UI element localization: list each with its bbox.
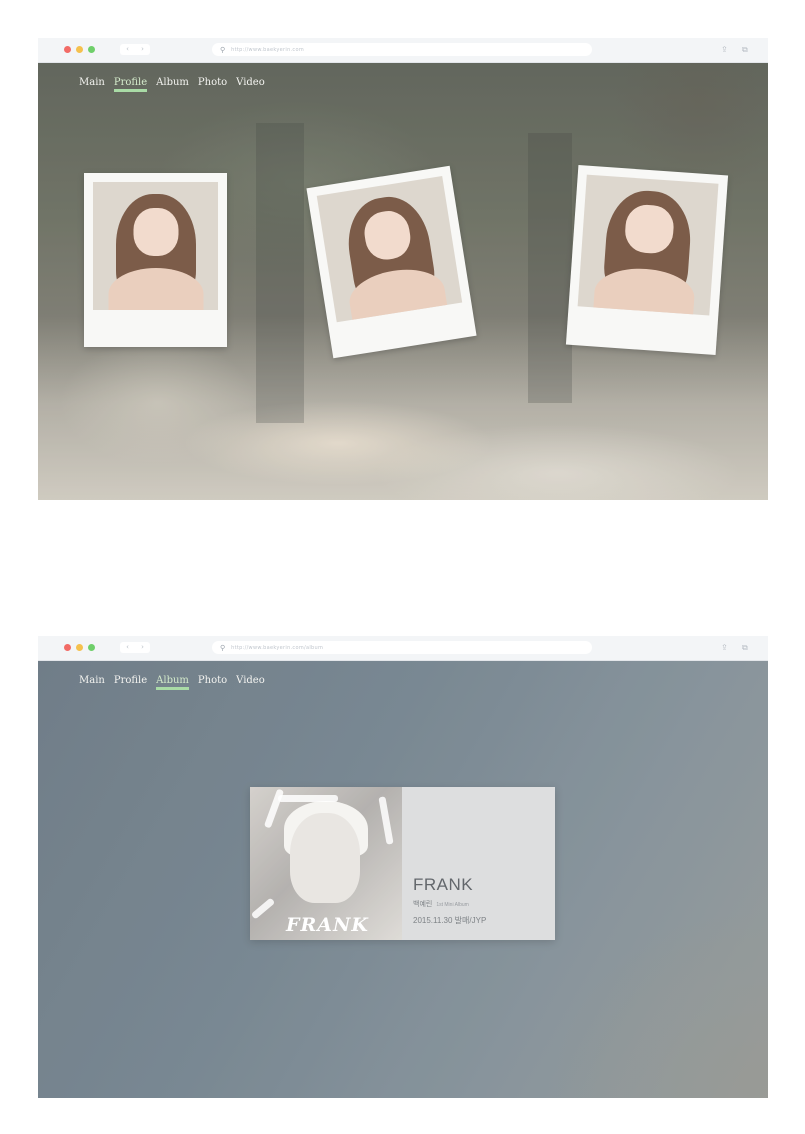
album-title: FRANK bbox=[413, 875, 474, 894]
main-nav: Main Profile Album Photo Video bbox=[79, 77, 274, 92]
browser-window-profile: ‹ › ⚲ http://www.baekyerin.com ⇪ ⧉ Main … bbox=[38, 38, 768, 500]
minimize-window-button[interactable] bbox=[76, 46, 83, 53]
profile-page: Main Profile Album Photo Video bbox=[38, 63, 768, 500]
close-window-button[interactable] bbox=[64, 644, 71, 651]
album-cover-lettering: FRANK bbox=[286, 914, 369, 936]
main-nav: Main Profile Album Photo Video bbox=[79, 675, 274, 690]
forward-button[interactable]: › bbox=[141, 644, 144, 651]
polaroid-photo[interactable] bbox=[565, 164, 729, 356]
polaroid-photo[interactable] bbox=[306, 165, 477, 359]
close-window-button[interactable] bbox=[64, 46, 71, 53]
share-icon[interactable]: ⇪ bbox=[721, 642, 728, 653]
tree-trunk bbox=[528, 133, 572, 403]
browser-window-album: ‹ › ⚲ http://www.baekyerin.com/album ⇪ ⧉… bbox=[38, 636, 768, 1098]
nav-video[interactable]: Video bbox=[236, 77, 265, 92]
tabs-icon[interactable]: ⧉ bbox=[742, 642, 748, 653]
address-bar[interactable]: ⚲ http://www.baekyerin.com bbox=[212, 43, 592, 56]
share-icon[interactable]: ⇪ bbox=[721, 44, 728, 55]
address-bar[interactable]: ⚲ http://www.baekyerin.com/album bbox=[212, 641, 592, 654]
history-buttons: ‹ › bbox=[120, 44, 150, 55]
address-url[interactable]: http://www.baekyerin.com/album bbox=[231, 645, 323, 651]
forward-button[interactable]: › bbox=[141, 46, 144, 53]
nav-main[interactable]: Main bbox=[79, 77, 105, 92]
nav-photo[interactable]: Photo bbox=[198, 77, 227, 92]
back-button[interactable]: ‹ bbox=[126, 46, 129, 53]
portrait-image bbox=[577, 174, 719, 316]
artist-name: 백예린 bbox=[413, 901, 433, 908]
album-cover[interactable]: FRANK bbox=[250, 787, 402, 940]
nav-album[interactable]: Album bbox=[156, 77, 189, 92]
minimize-window-button[interactable] bbox=[76, 644, 83, 651]
album-artist: 백예린 1st Mini Album bbox=[413, 899, 469, 909]
maximize-window-button[interactable] bbox=[88, 644, 95, 651]
polaroid-photo[interactable] bbox=[84, 173, 227, 347]
history-buttons: ‹ › bbox=[120, 642, 150, 653]
tabs-icon[interactable]: ⧉ bbox=[742, 44, 748, 55]
portrait-image bbox=[93, 182, 218, 310]
nav-album[interactable]: Album bbox=[156, 675, 189, 690]
nav-photo[interactable]: Photo bbox=[198, 675, 227, 690]
search-icon: ⚲ bbox=[220, 643, 226, 652]
nav-main[interactable]: Main bbox=[79, 675, 105, 690]
search-icon: ⚲ bbox=[220, 45, 226, 54]
album-type: 1st Mini Album bbox=[436, 902, 469, 908]
portrait-image bbox=[316, 176, 463, 323]
album-page: Main Profile Album Photo Video FRANK FRA… bbox=[38, 661, 768, 1098]
maximize-window-button[interactable] bbox=[88, 46, 95, 53]
album-card[interactable]: FRANK FRANK 백예린 1st Mini Album 2015.11.30… bbox=[250, 787, 555, 940]
nav-profile[interactable]: Profile bbox=[114, 675, 147, 690]
browser-toolbar: ‹ › ⚲ http://www.baekyerin.com ⇪ ⧉ bbox=[38, 38, 768, 63]
nav-profile[interactable]: Profile bbox=[113, 77, 148, 92]
back-button[interactable]: ‹ bbox=[126, 644, 129, 651]
tree-trunk bbox=[256, 123, 304, 423]
nav-video[interactable]: Video bbox=[236, 675, 265, 690]
album-info-panel: FRANK 백예린 1st Mini Album 2015.11.30 발매/JY… bbox=[402, 787, 555, 940]
browser-toolbar: ‹ › ⚲ http://www.baekyerin.com/album ⇪ ⧉ bbox=[38, 636, 768, 661]
album-release: 2015.11.30 발매/JYP bbox=[413, 916, 487, 925]
address-url[interactable]: http://www.baekyerin.com bbox=[231, 47, 304, 53]
